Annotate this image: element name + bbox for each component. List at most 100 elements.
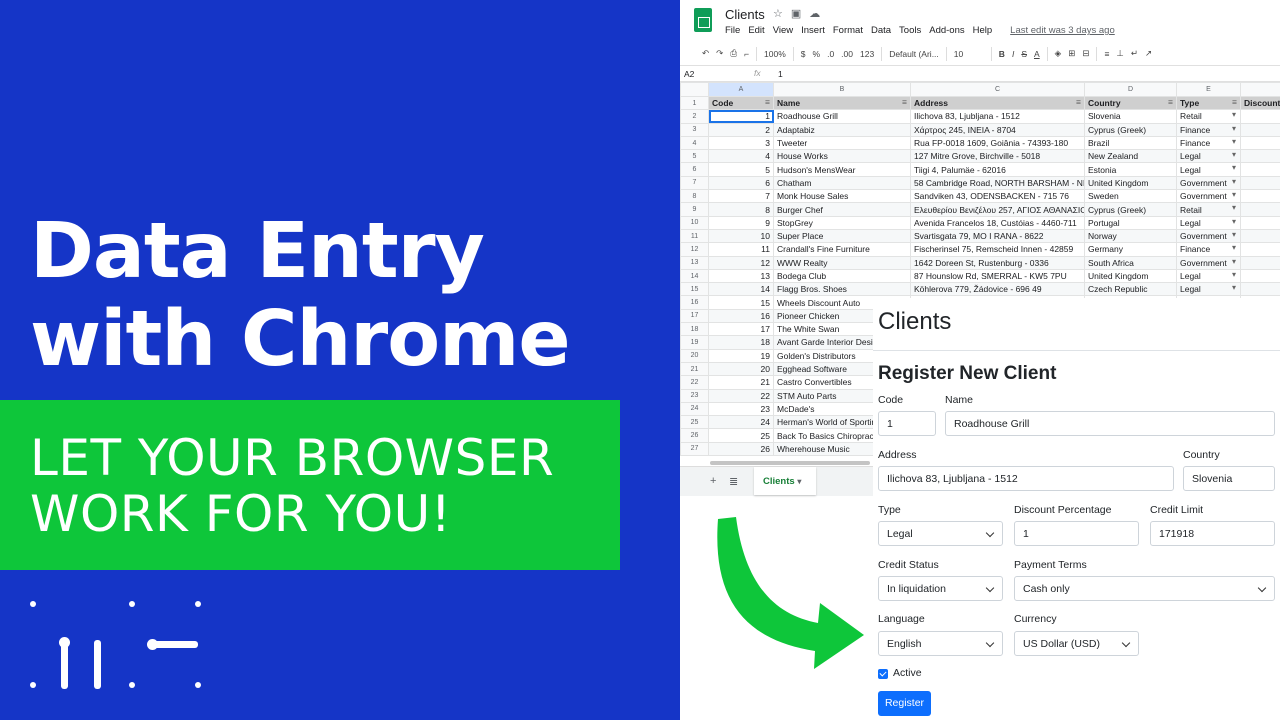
address-input[interactable]: Ilichova 83, Ljubljana - 1512 (878, 466, 1174, 491)
row-number[interactable]: 13 (680, 255, 709, 270)
register-button[interactable]: Register (878, 691, 931, 716)
cell-code[interactable]: 13 (708, 268, 774, 284)
cell-type[interactable]: Retail (1176, 109, 1241, 124)
cell-code[interactable]: 11 (708, 242, 774, 257)
cell-code[interactable]: 5 (708, 162, 774, 177)
sheet-tab-clients[interactable]: Clients ▾ (754, 467, 816, 495)
cell-code[interactable]: 2 (708, 122, 774, 137)
discount-input[interactable]: 1 (1014, 521, 1139, 546)
cell-type[interactable]: Finance (1176, 122, 1241, 137)
cell-code[interactable]: 12 (708, 255, 774, 270)
cell-code[interactable]: 4 (708, 149, 774, 164)
cell-type[interactable]: Government (1176, 255, 1241, 270)
cell-code[interactable]: 17 (708, 322, 774, 337)
cell-country[interactable]: Brazil (1084, 135, 1177, 151)
formula-input[interactable]: 1 (778, 69, 783, 79)
cell-code[interactable]: 20 (708, 361, 774, 377)
menu-addons[interactable]: Add-ons (929, 25, 964, 36)
cell-country[interactable]: Portugal (1084, 215, 1177, 230)
row-number[interactable]: 17 (680, 308, 709, 324)
fill-color-icon[interactable]: ◈ (1055, 48, 1062, 59)
cell-address[interactable]: 58 Cambridge Road, NORTH BARSHAM - NR (910, 175, 1085, 191)
cell-country[interactable]: Germany (1084, 242, 1177, 257)
column-header[interactable]: C (910, 82, 1085, 97)
zoom-select[interactable]: 100% (764, 49, 786, 59)
currency-button[interactable]: $ (801, 49, 806, 59)
menu-format[interactable]: Format (833, 25, 863, 36)
cell-address[interactable]: Ilichova 83, Ljubljana - 1512 (910, 109, 1085, 124)
cell-address[interactable]: 127 Mitre Grove, Birchville - 5018 (910, 149, 1085, 164)
strikethrough-button[interactable]: S (1021, 49, 1027, 59)
cell-address[interactable]: Fischerinsel 75, Remscheid Innen - 42859 (910, 242, 1085, 257)
cell-discount[interactable] (1240, 149, 1280, 164)
menu-file[interactable]: File (725, 25, 740, 36)
row-number[interactable]: 25 (680, 415, 709, 430)
merge-cells-icon[interactable]: ⊟ (1082, 48, 1089, 59)
cell-code[interactable]: 22 (708, 388, 774, 403)
font-select[interactable]: Default (Ari... (889, 49, 939, 59)
cell-discount[interactable] (1240, 282, 1280, 297)
column-header[interactable] (1240, 82, 1280, 97)
undo-icon[interactable]: ↶ (702, 48, 709, 59)
cell-type[interactable]: Government (1176, 228, 1241, 244)
cell-discount[interactable] (1240, 122, 1280, 137)
cell-discount[interactable] (1240, 135, 1280, 151)
cell-code[interactable]: 3 (708, 135, 774, 151)
menu-help[interactable]: Help (973, 25, 993, 36)
cell-discount[interactable] (1240, 109, 1280, 124)
cell-code[interactable]: 6 (708, 175, 774, 191)
cell-code[interactable]: 14 (708, 282, 774, 297)
menu-insert[interactable]: Insert (801, 25, 825, 36)
row-number[interactable]: 26 (680, 428, 709, 443)
row-number[interactable]: 5 (680, 149, 709, 164)
type-select[interactable]: Legal (878, 521, 1003, 546)
cell-code[interactable]: 16 (708, 308, 774, 324)
menu-tools[interactable]: Tools (899, 25, 921, 36)
row-number[interactable]: 27 (680, 441, 709, 457)
cell-country[interactable]: Slovenia (1084, 109, 1177, 124)
borders-icon[interactable]: ⊞ (1068, 48, 1075, 59)
cell-name[interactable]: House Works (773, 149, 911, 164)
row-number[interactable]: 20 (680, 348, 709, 363)
cell-name[interactable]: StopGrey (773, 215, 911, 230)
header-cell-country[interactable]: Country (1084, 95, 1177, 111)
percent-button[interactable]: % (813, 49, 821, 59)
valign-icon[interactable]: ⊥ (1116, 48, 1123, 59)
cell-country[interactable]: Cyprus (Greek) (1084, 202, 1177, 217)
row-number[interactable]: 14 (680, 268, 709, 284)
code-input[interactable]: 1 (878, 411, 936, 436)
cell-country[interactable]: Estonia (1084, 162, 1177, 177)
last-edit-link[interactable]: Last edit was 3 days ago (1010, 25, 1115, 36)
row-number[interactable]: 3 (680, 122, 709, 137)
cell-address[interactable]: Rua FP-0018 1609, Goiânia - 74393-180 (910, 135, 1085, 151)
cell-code[interactable]: 23 (708, 401, 774, 417)
row-number[interactable]: 1 (680, 95, 709, 111)
cell-country[interactable]: United Kingdom (1084, 268, 1177, 284)
cell-name[interactable]: Flagg Bros. Shoes (773, 282, 911, 297)
cell-type[interactable]: Retail (1176, 202, 1241, 217)
row-number[interactable]: 7 (680, 175, 709, 191)
row-number[interactable]: 24 (680, 401, 709, 417)
cell-country[interactable]: United Kingdom (1084, 175, 1177, 191)
paint-format-icon[interactable]: ⌐ (744, 49, 749, 59)
cell-country[interactable]: Norway (1084, 228, 1177, 244)
header-cell-discount[interactable]: Discount (1240, 95, 1280, 111)
cell-code[interactable]: 19 (708, 348, 774, 363)
row-number[interactable]: 8 (680, 189, 709, 204)
cell-discount[interactable] (1240, 175, 1280, 191)
horizontal-scrollbar[interactable] (710, 461, 870, 465)
cell-type[interactable]: Legal (1176, 282, 1241, 297)
cell-type[interactable]: Legal (1176, 268, 1241, 284)
cell-name[interactable]: Roadhouse Grill (773, 109, 911, 124)
cell-address[interactable]: Svartisgata 79, MO I RANA - 8622 (910, 228, 1085, 244)
cell-address[interactable]: 1642 Doreen St, Rustenburg - 0336 (910, 255, 1085, 270)
sheets-logo-icon[interactable] (694, 8, 712, 32)
italic-button[interactable]: I (1012, 49, 1014, 59)
cell-code[interactable]: 7 (708, 189, 774, 204)
cloud-icon[interactable]: ☁ (809, 8, 828, 20)
cell-code[interactable]: 26 (708, 441, 774, 457)
cell-discount[interactable] (1240, 189, 1280, 204)
cell-discount[interactable] (1240, 268, 1280, 284)
bold-button[interactable]: B (999, 49, 1005, 59)
cell-country[interactable]: Sweden (1084, 189, 1177, 204)
